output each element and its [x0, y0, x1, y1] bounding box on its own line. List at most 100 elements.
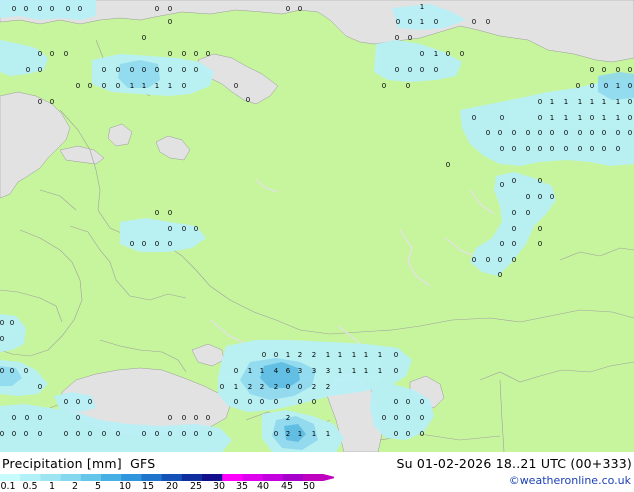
precip-value-label: 1	[564, 98, 568, 106]
precip-value-label: 0	[486, 18, 490, 26]
precip-value-label: 0	[512, 209, 516, 217]
precip-value-label: 0	[182, 50, 186, 58]
precip-value-label: 1	[434, 50, 438, 58]
precip-value-label: 0	[602, 145, 606, 153]
precip-value-label: 0	[382, 414, 386, 422]
precip-value-label: 0	[168, 209, 172, 217]
precip-value-label: 0	[10, 319, 14, 327]
precip-value-label: 0	[578, 145, 582, 153]
precip-value-label: 0	[168, 430, 172, 438]
precip-value-label: 0	[116, 66, 120, 74]
color-scale-segment	[80, 474, 102, 481]
map-canvas: 0 0 0 0 0 0 0 0 0 0 10 0 0 1 0 0 00 0 00 0 0 0 0 0 0 0 1 0 00 0 0 0 0 0 0 0…	[0, 0, 634, 452]
precip-value-label: 0	[38, 383, 42, 391]
precip-value-label: 0	[472, 18, 476, 26]
precip-value-label: 0	[76, 82, 80, 90]
valid-time: Su 01-02-2026 18..21 UTC (00+333)	[396, 456, 632, 471]
precip-value-label: 0	[406, 414, 410, 422]
precip-value-label: 0	[590, 129, 594, 137]
precip-value-label: 0	[206, 50, 210, 58]
precip-value-label: 0	[76, 430, 80, 438]
precip-value-label: 3	[298, 367, 302, 375]
precip-value-label: 0	[64, 50, 68, 58]
precip-value-label: 1	[312, 430, 316, 438]
precip-value-label: 1	[352, 367, 356, 375]
precip-value-label: 0	[628, 82, 632, 90]
precip-value-label: 0	[88, 430, 92, 438]
legend-footer: Precipitation [mm] GFS Su 01-02-2026 18.…	[0, 452, 634, 492]
precip-value-label: 0	[564, 145, 568, 153]
precip-value-label: 0	[394, 398, 398, 406]
color-scale-segment	[141, 474, 162, 481]
precip-area	[118, 60, 160, 88]
precip-value-label: 0	[590, 82, 594, 90]
precip-value-label: 0	[498, 129, 502, 137]
precip-value-label: 0	[194, 225, 198, 233]
color-scale-segment	[303, 474, 324, 481]
precip-value-label: 1	[616, 98, 620, 106]
precip-value-label: 0	[168, 5, 172, 13]
precip-value-label: 0	[168, 414, 172, 422]
precip-value-label: 0	[604, 82, 608, 90]
color-scale-segment	[222, 474, 243, 481]
precip-value-label: 0	[102, 66, 106, 74]
precip-value-label: 0	[394, 414, 398, 422]
color-scale-segment	[40, 474, 61, 481]
precip-value-label: 0	[116, 82, 120, 90]
color-scale-segment	[262, 474, 284, 481]
precip-value-label: 1	[602, 98, 606, 106]
precip-value-label: 1	[590, 98, 594, 106]
precip-value-label: 0	[564, 129, 568, 137]
precip-value-label: 0	[0, 367, 4, 375]
precipitation-map[interactable]: 0000000000100010000000000000010000000000…	[0, 0, 634, 452]
precip-value-label: 0	[434, 18, 438, 26]
precip-value-label: 1	[364, 351, 368, 359]
credit-link[interactable]: ©weatheronline.co.uk	[509, 474, 631, 487]
precip-value-label: 1	[130, 82, 134, 90]
precip-value-label: 2	[286, 414, 290, 422]
precip-value-label: 0	[130, 66, 134, 74]
precip-value-label: 0	[38, 430, 42, 438]
precip-value-label: 0	[512, 177, 516, 185]
color-scale-segment	[161, 474, 183, 481]
precip-value-label: 0	[420, 398, 424, 406]
precip-value-label: 0	[248, 398, 252, 406]
color-scale-tick-label: 1	[48, 481, 56, 492]
model-name: GFS	[130, 456, 156, 471]
precip-value-label: 1	[234, 383, 238, 391]
precip-value-label: 1	[168, 82, 172, 90]
color-scale-arrow	[323, 474, 334, 481]
precip-value-label: 0	[116, 430, 120, 438]
precip-value-label: 0	[220, 383, 224, 391]
precip-value-label: 0	[550, 193, 554, 201]
precip-value-label: 0	[274, 430, 278, 438]
precip-value-label: 0	[168, 50, 172, 58]
color-scale-segment	[101, 474, 122, 481]
precip-value-label: 0	[298, 5, 302, 13]
precip-value-label: 0	[10, 367, 14, 375]
precip-value-label: 0	[406, 398, 410, 406]
precip-value-label: 0	[512, 256, 516, 264]
precip-value-label: 0	[182, 66, 186, 74]
precip-value-label: 0	[408, 34, 412, 42]
precip-value-label: 0	[64, 398, 68, 406]
precip-value-label: 0	[38, 98, 42, 106]
precip-value-label: 0	[168, 240, 172, 248]
precip-value-label: 0	[602, 129, 606, 137]
precip-value-label: 0	[486, 256, 490, 264]
precip-value-label: 0	[64, 430, 68, 438]
precip-value-label: 0	[550, 129, 554, 137]
precip-value-label: 1	[564, 114, 568, 122]
precip-value-label: 1	[142, 82, 146, 90]
precip-value-label: 1	[248, 367, 252, 375]
precip-value-label: 0	[538, 98, 542, 106]
legend-title: Precipitation [mm] GFS	[2, 456, 155, 471]
precip-value-label: 0	[155, 240, 159, 248]
precip-value-label: 1	[616, 82, 620, 90]
precip-value-label: 2	[326, 383, 330, 391]
precip-value-label: 0	[262, 351, 266, 359]
precip-value-label: 0	[142, 34, 146, 42]
precip-value-label: 0	[396, 18, 400, 26]
precip-value-label: 1	[420, 18, 424, 26]
precip-value-label: 0	[298, 398, 302, 406]
